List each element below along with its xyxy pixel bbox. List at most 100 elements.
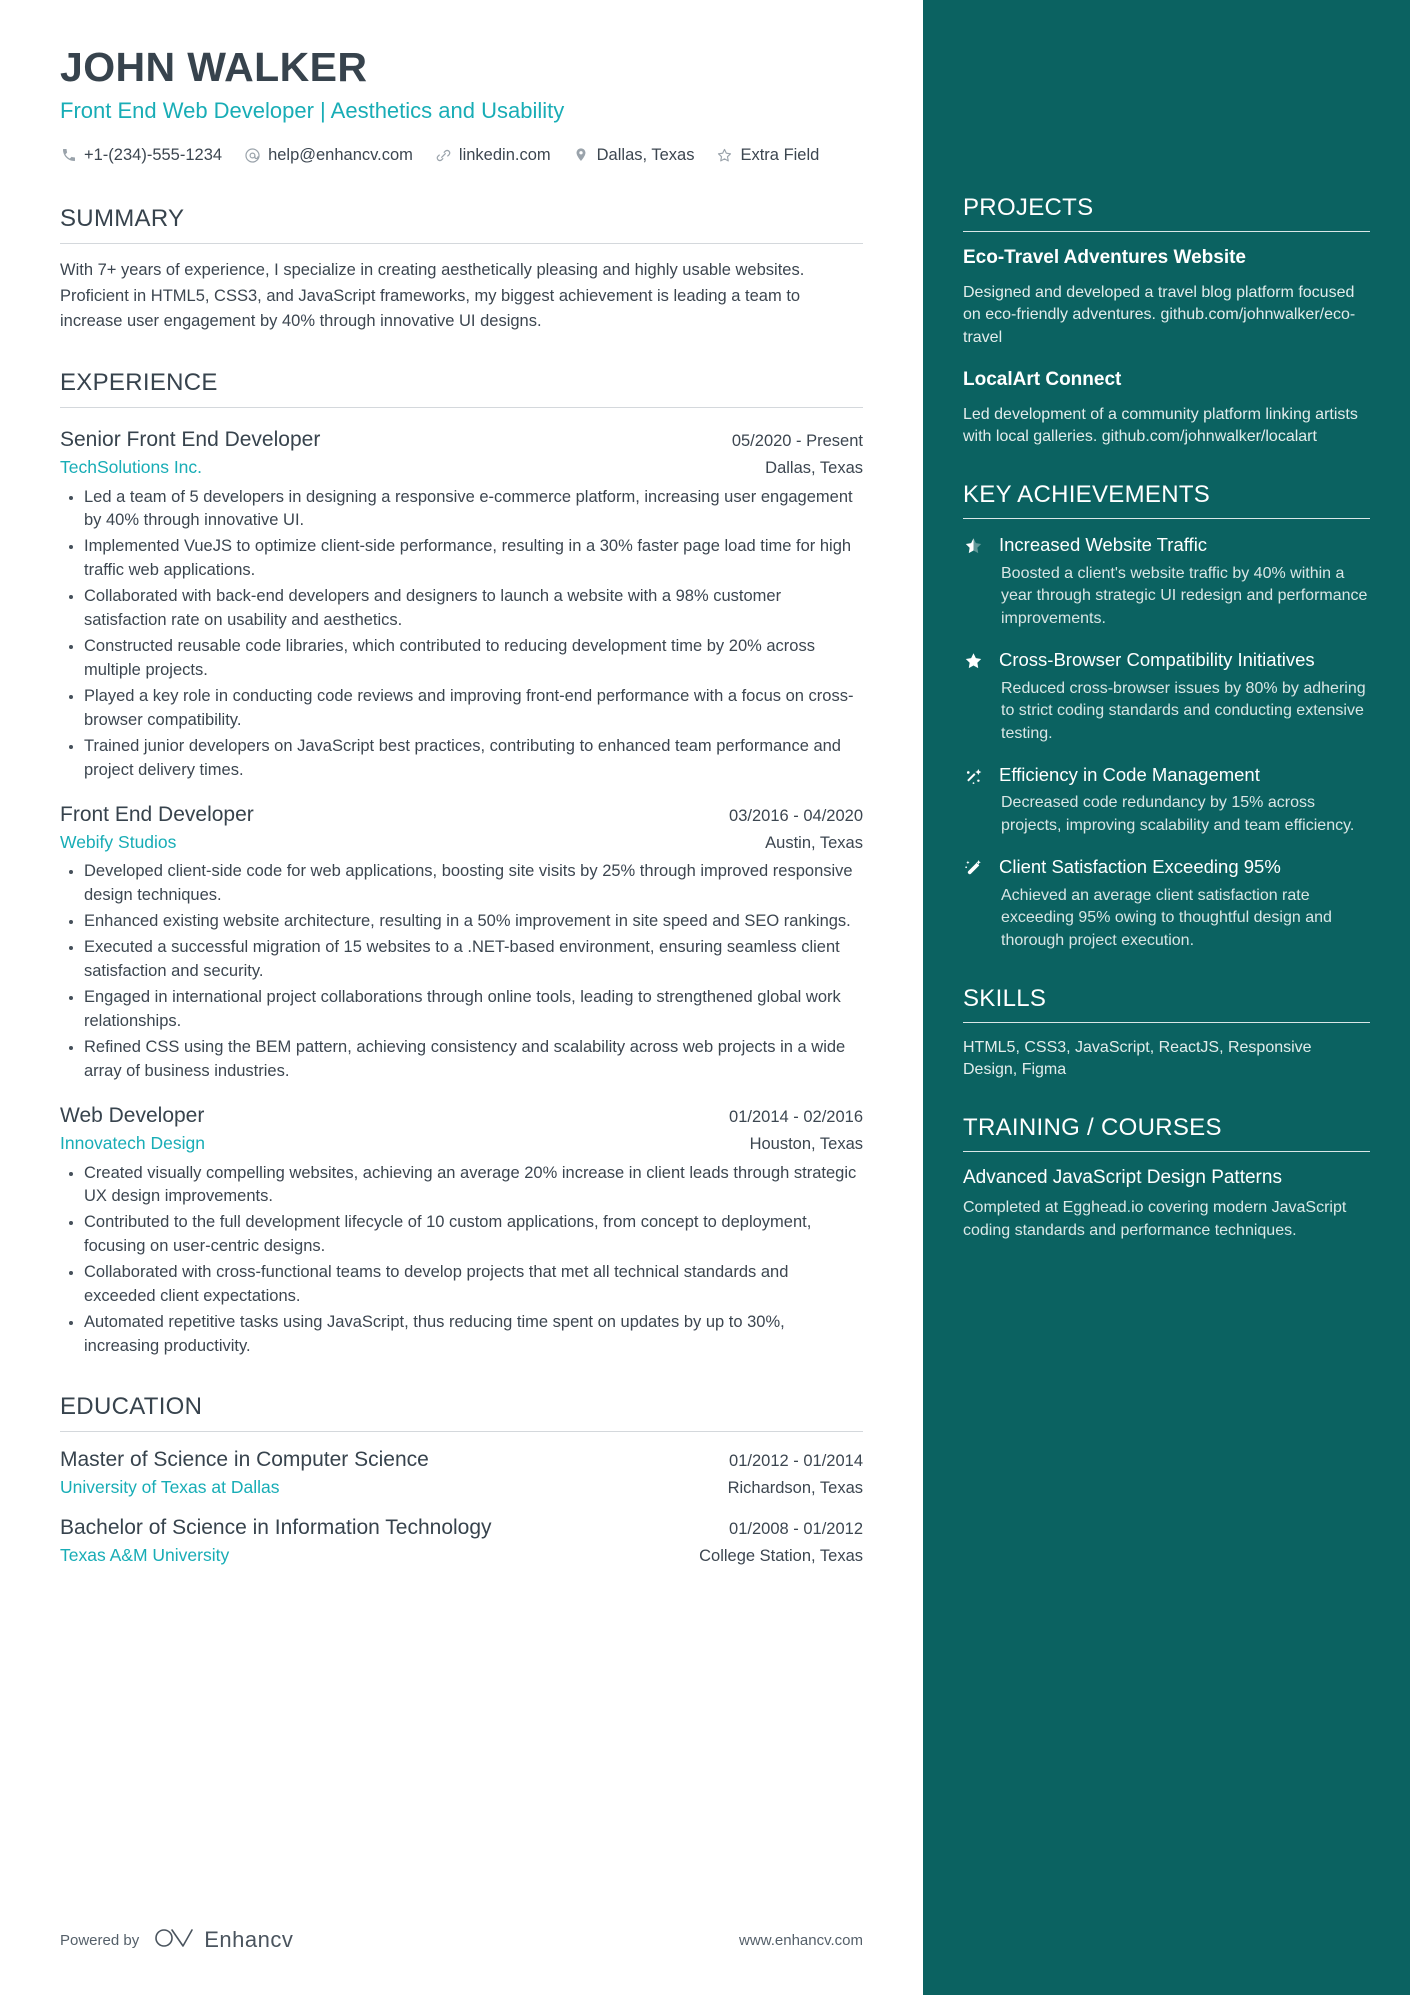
- contact-extra-field-text: Extra Field: [740, 145, 820, 164]
- education-entry: Master of Science in Computer Science 01…: [60, 1446, 863, 1500]
- achievements-heading: KEY ACHIEVEMENTS: [963, 481, 1211, 509]
- course-item: Advanced JavaScript Design Patterns Comp…: [963, 1166, 1370, 1243]
- achievement-item: Client Satisfaction Exceeding 95% Achiev…: [963, 855, 1370, 953]
- job-bullet: Contributed to the full development life…: [69, 1211, 863, 1259]
- job-location: Houston, Texas: [749, 1135, 863, 1154]
- projects-divider: [963, 231, 1370, 232]
- experience-divider: [60, 406, 863, 408]
- job-bullet: Collaborated with back-end developers an…: [69, 585, 863, 633]
- sparkle-icon: [963, 763, 985, 838]
- project-description: Designed and developed a travel blog pla…: [963, 283, 1356, 347]
- job-title: Senior Front End Developer: [60, 427, 321, 451]
- project-description: Led development of a community platform …: [963, 405, 1358, 446]
- project-name: Eco-Travel Adventures Website: [963, 247, 1246, 268]
- magic-wand-icon: [963, 855, 985, 953]
- course-description: Completed at Egghead.io covering modern …: [963, 1199, 1347, 1240]
- projects-heading: PROJECTS: [963, 194, 1094, 221]
- experience-heading: EXPERIENCE: [60, 368, 218, 396]
- skills-divider: [963, 1021, 1370, 1023]
- project-item: Eco-Travel Adventures Website Designed a…: [963, 246, 1370, 350]
- star-filled-icon: [963, 648, 985, 746]
- school-name: Texas A&M University: [60, 1544, 230, 1565]
- job-location: Austin, Texas: [765, 833, 863, 852]
- contact-email-text: help@enhancv.com: [268, 145, 413, 164]
- footer-website[interactable]: www.enhancv.com: [739, 1932, 863, 1949]
- achievement-description: Achieved an average client satisfaction …: [1001, 886, 1332, 949]
- course-name: Advanced JavaScript Design Patterns: [963, 1167, 1282, 1189]
- school-name: University of Texas at Dallas: [60, 1477, 280, 1498]
- resume-page: JOHN WALKER Front End Web Developer | Ae…: [0, 0, 1410, 1995]
- job-bullets: Developed client-side code for web appli…: [60, 860, 863, 1083]
- section-summary: SUMMARY With 7+ years of experience, I s…: [60, 205, 863, 335]
- achievement-title: Cross-Browser Compatibility Initiatives: [999, 648, 1315, 670]
- contact-extra-field[interactable]: Extra Field: [716, 140, 819, 171]
- powered-by-label: Powered by: [60, 1931, 140, 1949]
- training-divider: [963, 1151, 1370, 1153]
- summary-heading: SUMMARY: [60, 205, 185, 233]
- experience-entry: Front End Developer 03/2016 - 04/2020 We…: [60, 801, 863, 1084]
- phone-icon: [60, 147, 77, 164]
- achievement-item: Cross-Browser Compatibility Initiatives …: [963, 648, 1370, 746]
- summary-text: With 7+ years of experience, I specializ…: [60, 261, 805, 331]
- project-item: LocalArt Connect Led development of a co…: [963, 368, 1370, 449]
- contact-row: +1-(234)-555-1234 help@enhancv.com linke…: [60, 140, 863, 171]
- education-heading: EDUCATION: [60, 1392, 203, 1420]
- skills-heading: SKILLS: [963, 984, 1047, 1012]
- achievement-item: Increased Website Traffic Boosted a clie…: [963, 533, 1370, 631]
- degree-dates: 01/2012 - 01/2014: [729, 1451, 863, 1470]
- job-bullet: Played a key role in conducting code rev…: [69, 685, 863, 733]
- enhancv-wordmark: Enhancv: [204, 1927, 294, 1952]
- education-divider: [60, 1430, 863, 1432]
- job-dates: 05/2020 - Present: [731, 431, 863, 450]
- job-bullets: Created visually compelling websites, ac…: [60, 1162, 863, 1359]
- enhancv-brand: Enhancv: [153, 1925, 293, 1955]
- email-icon: [244, 147, 261, 164]
- degree-title: Bachelor of Science in Information Techn…: [60, 1515, 492, 1539]
- candidate-name: JOHN WALKER: [60, 44, 368, 90]
- job-bullets: Led a team of 5 developers in designing …: [60, 486, 863, 783]
- job-bullet: Automated repetitive tasks using JavaScr…: [69, 1311, 863, 1359]
- achievement-description: Reduced cross-browser issues by 80% by a…: [1001, 679, 1366, 743]
- project-name: LocalArt Connect: [963, 368, 1122, 390]
- contact-link[interactable]: linkedin.com: [435, 140, 551, 171]
- job-bullet: Led a team of 5 developers in designing …: [69, 486, 863, 534]
- job-title: Front End Developer: [60, 802, 254, 826]
- job-bullet: Created visually compelling websites, ac…: [69, 1162, 863, 1210]
- sidebar-section-achievements: KEY ACHIEVEMENTS Increased Website Traff…: [963, 481, 1370, 953]
- section-experience: EXPERIENCE Senior Front End Developer 05…: [60, 369, 863, 1359]
- contact-location[interactable]: Dallas, Texas: [573, 140, 695, 171]
- job-company: Innovatech Design: [60, 1133, 205, 1154]
- candidate-headline: Front End Web Developer | Aesthetics and…: [60, 98, 565, 124]
- education-entry: Bachelor of Science in Information Techn…: [60, 1514, 863, 1568]
- skills-list: HTML5, CSS3, JavaScript, ReactJS, Respon…: [963, 1038, 1312, 1079]
- job-dates: 01/2014 - 02/2016: [729, 1107, 863, 1126]
- school-location: College Station, Texas: [699, 1546, 863, 1565]
- experience-entry: Senior Front End Developer 05/2020 - Pre…: [60, 426, 863, 783]
- contact-phone-text: +1-(234)-555-1234: [84, 145, 223, 164]
- contact-link-text: linkedin.com: [458, 145, 551, 164]
- achievements-divider: [963, 518, 1370, 520]
- job-location: Dallas, Texas: [765, 459, 863, 478]
- sidebar-section-training: TRAINING / COURSES Advanced JavaScript D…: [963, 1114, 1370, 1243]
- enhancv-logo-icon: [153, 1925, 195, 1955]
- job-company: TechSolutions Inc.: [60, 457, 203, 478]
- job-dates: 03/2016 - 04/2020: [729, 806, 863, 825]
- page-footer: Powered by Enhancv www.enhancv.com: [60, 1925, 863, 1955]
- main-column: JOHN WALKER Front End Web Developer | Ae…: [0, 0, 923, 1995]
- location-pin-icon: [573, 147, 590, 164]
- job-company: Webify Studios: [60, 831, 177, 852]
- achievement-title: Increased Website Traffic: [999, 534, 1208, 556]
- school-location: Richardson, Texas: [727, 1479, 863, 1498]
- job-bullet: Trained junior developers on JavaScript …: [69, 735, 863, 783]
- degree-title: Master of Science in Computer Science: [60, 1447, 429, 1471]
- achievement-description: Decreased code redundancy by 15% across …: [1001, 794, 1355, 835]
- contact-location-text: Dallas, Texas: [596, 145, 695, 164]
- achievement-description: Boosted a client's website traffic by 40…: [1001, 564, 1368, 628]
- training-heading: TRAINING / COURSES: [963, 1114, 1222, 1142]
- contact-phone[interactable]: +1-(234)-555-1234: [60, 140, 222, 171]
- achievement-title: Efficiency in Code Management: [999, 763, 1260, 785]
- sidebar-section-skills: SKILLS HTML5, CSS3, JavaScript, ReactJS,…: [963, 985, 1370, 1082]
- job-bullet: Executed a successful migration of 15 we…: [69, 936, 863, 984]
- job-bullet: Implemented VueJS to optimize client-sid…: [69, 535, 863, 583]
- contact-email[interactable]: help@enhancv.com: [244, 140, 413, 171]
